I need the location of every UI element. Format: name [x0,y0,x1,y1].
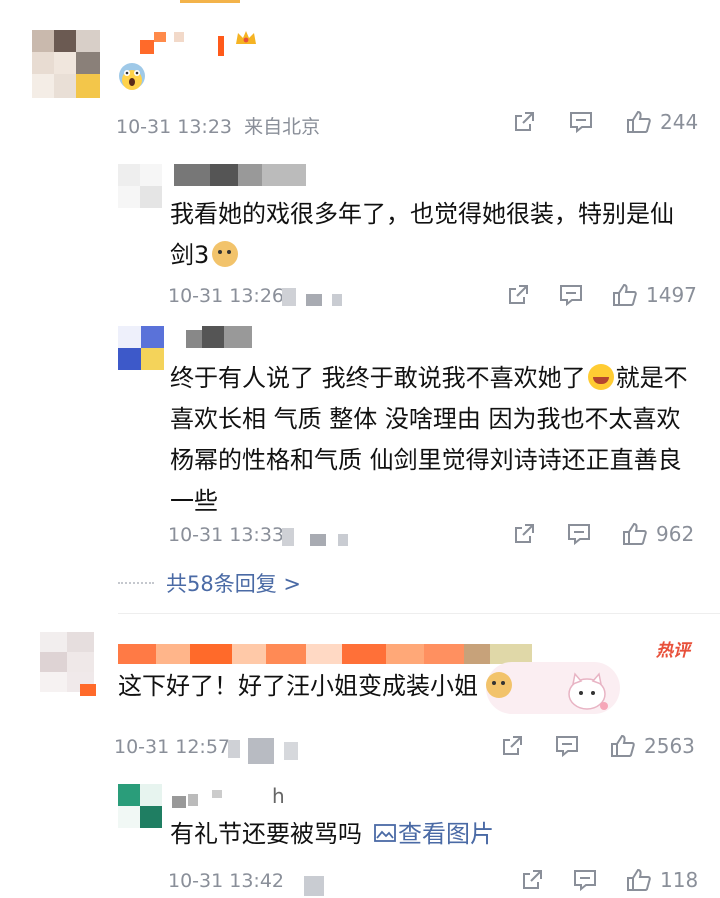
like-icon[interactable] [622,522,648,546]
reply-meta: 10-31 13:33 [168,524,284,546]
share-icon[interactable] [520,868,544,892]
comment-icon[interactable] [558,283,584,307]
comment-text: 这下好了！好了汪小姐变成装小姐 [118,666,512,707]
like-count: 962 [656,522,695,546]
like-count: 118 [660,868,699,892]
avatar[interactable] [40,632,94,692]
location-blurred [304,876,334,896]
reply-time: 10-31 13:42 [168,870,285,892]
comment-icon[interactable] [566,522,592,546]
location-blurred [282,526,362,548]
like-icon[interactable] [626,110,652,134]
comment-meta: 10-31 12:57 [114,736,230,758]
location-blurred [282,286,362,308]
more-replies-link[interactable]: 共58条回复 > [166,568,301,598]
like-icon[interactable] [626,868,652,892]
comment-icon[interactable] [554,734,580,758]
username-blurred[interactable] [186,326,252,348]
reply-text: 有礼节还要被骂吗 查看图片 [170,814,494,855]
share-icon[interactable] [506,283,530,307]
share-icon[interactable] [512,522,536,546]
scream-emoji [118,62,146,94]
username-blurred[interactable] [118,644,532,664]
share-icon[interactable] [500,734,524,758]
like-count: 244 [660,110,699,134]
dotted-line [118,582,154,584]
reply-actions: 1497 [506,283,697,307]
comment-actions: 2563 [500,734,695,758]
laugh-cry-emoji [587,364,614,390]
divider [118,613,720,614]
view-image-link[interactable]: 查看图片 [398,814,494,855]
like-count: 1497 [646,283,697,307]
share-icon[interactable] [512,110,536,134]
reply-actions: 962 [512,522,694,546]
reply-text: 终于有人说了 我终于敢说我不喜欢她了 就是不喜欢长相 气质 整体 没啥理由 因为我… [170,364,688,515]
username-suffix: h [272,784,285,808]
comment-time: 10-31 13:23 [116,116,233,138]
comment-time: 10-31 12:57 [114,736,231,758]
comment-icon[interactable] [572,868,598,892]
reply-time: 10-31 13:26 [168,285,285,307]
vip-crown-icon [234,28,258,52]
avatar[interactable] [118,326,164,370]
username-blurred[interactable] [172,790,262,808]
hot-comment-badge: 热评 [656,641,690,661]
username-blurred[interactable] [174,164,306,186]
more-replies-row[interactable]: 共58条回复 > [118,568,301,598]
avatar[interactable] [32,30,100,98]
like-count: 2563 [644,734,695,758]
location-blurred [228,738,308,764]
like-icon[interactable] [612,283,638,307]
reply-meta: 10-31 13:42 [168,870,284,892]
doge-emoji [486,672,512,698]
comment-actions: 244 [512,110,698,134]
reply-actions: 118 [520,868,698,892]
doge-emoji [212,241,239,267]
avatar[interactable] [118,164,162,208]
comment-meta: 10-31 13:23 来自北京 [116,112,320,139]
comment-location: 来自北京 [244,116,321,138]
reply-text: 我看她的戏很多年了，也觉得她很装，特别是仙剑3 [170,200,674,269]
reply-meta: 10-31 13:26 [168,285,284,307]
reply-time: 10-31 13:33 [168,524,285,546]
image-icon [374,814,396,855]
avatar[interactable] [118,784,162,828]
like-icon[interactable] [610,734,636,758]
avatar-overlay-blurred [80,684,96,696]
comment-icon[interactable] [568,110,594,134]
top-accent-bar [180,0,240,3]
cat-sticker-icon [560,666,614,718]
